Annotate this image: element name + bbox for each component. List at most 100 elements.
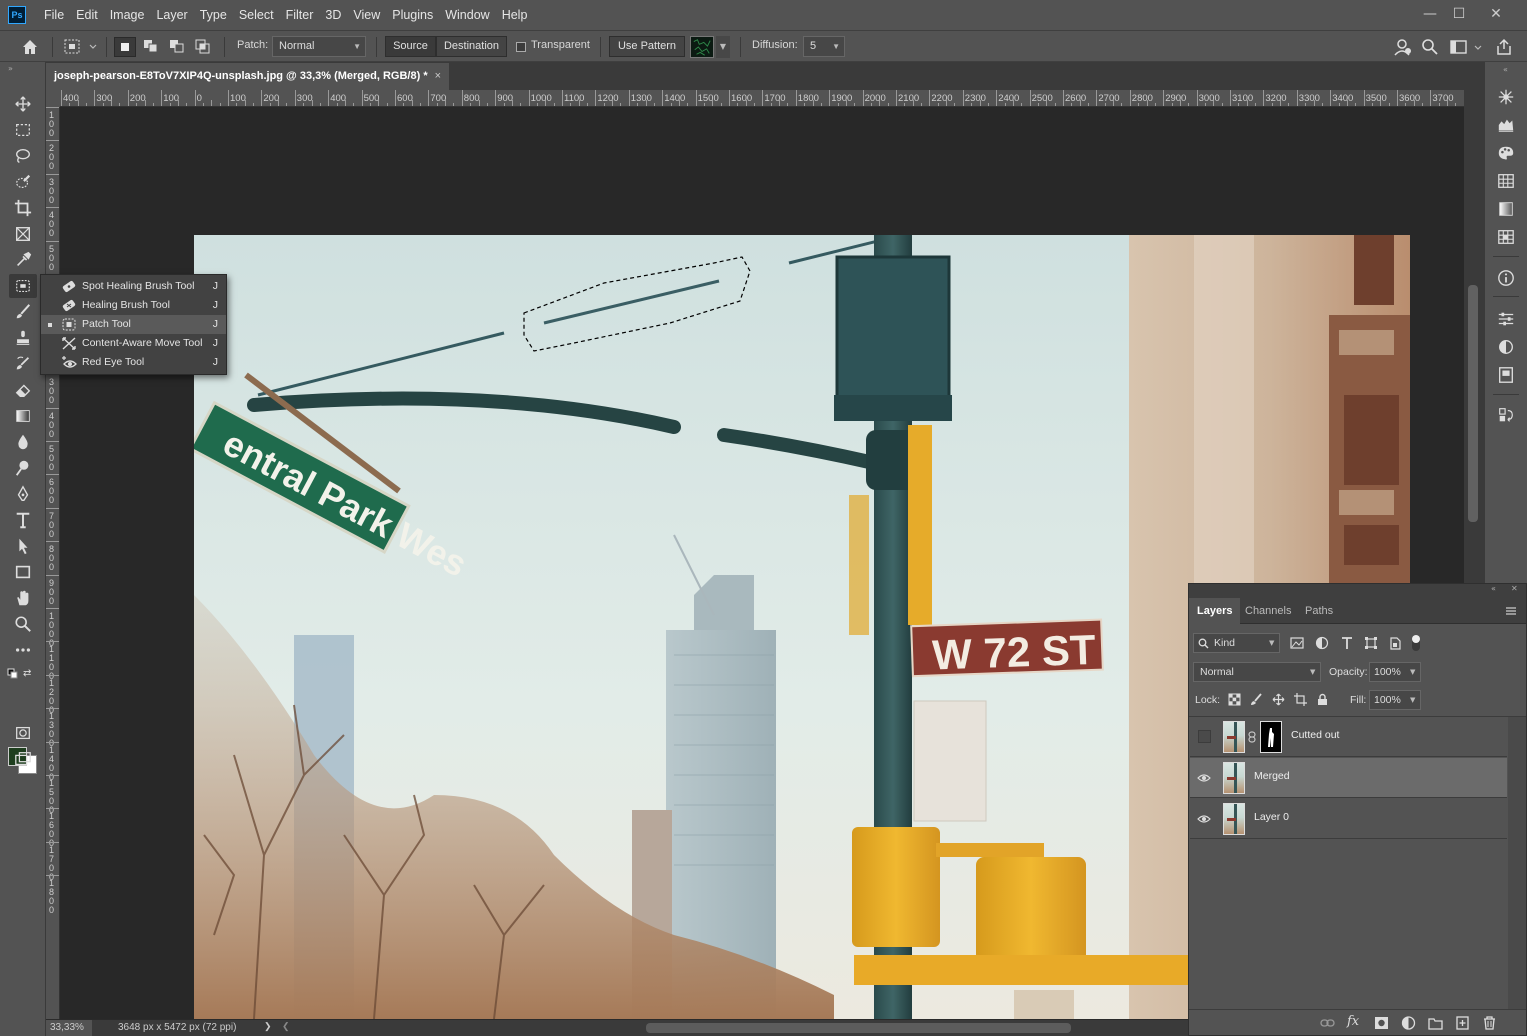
add-to-selection-icon[interactable]	[141, 37, 163, 57]
zoom-level[interactable]: 33,33%	[46, 1020, 92, 1036]
flyout-item-patch[interactable]: Patch Tool J	[41, 315, 226, 334]
layer-filter-select[interactable]: Kind ▼	[1193, 633, 1280, 653]
opacity-input[interactable]: 100% ▼	[1369, 662, 1421, 682]
new-selection-icon[interactable]	[114, 37, 136, 57]
filter-adjustment-layer-icon[interactable]	[1315, 636, 1329, 653]
menu-view[interactable]: View	[347, 0, 386, 30]
vertical-scrollbar-thumb[interactable]	[1468, 285, 1478, 522]
eye-icon[interactable]	[1197, 772, 1211, 784]
patch-mode-select[interactable]: Normal ▼	[272, 36, 366, 57]
menu-type[interactable]: Type	[194, 0, 233, 30]
menu-layer[interactable]: Layer	[150, 0, 193, 30]
search-icon[interactable]	[1420, 37, 1442, 57]
pattern-swatch-icon[interactable]	[690, 36, 714, 58]
flyout-item-red-eye[interactable]: Red Eye Tool J	[41, 353, 226, 372]
intersect-selection-icon[interactable]	[193, 37, 215, 57]
minimize-button[interactable]: —	[1416, 4, 1444, 24]
filter-shape-layer-icon[interactable]	[1364, 636, 1378, 653]
source-button[interactable]: Source	[385, 36, 436, 57]
filter-type-layer-icon[interactable]	[1340, 636, 1354, 653]
lock-transparent-pixels-icon[interactable]	[1228, 693, 1241, 709]
patch-preset-icon[interactable]	[62, 38, 98, 56]
gradients-icon[interactable]	[1495, 198, 1517, 220]
info-icon[interactable]	[1495, 267, 1517, 289]
flyout-item-content-aware-move[interactable]: Content-Aware Move Tool J	[41, 334, 226, 353]
menu-plugins[interactable]: Plugins	[386, 0, 439, 30]
more-tools-icon[interactable]	[9, 638, 37, 662]
share-icon[interactable]	[1494, 37, 1516, 57]
pattern-chevron-icon[interactable]: ▼	[716, 36, 730, 58]
link-icon[interactable]	[1248, 731, 1256, 746]
histogram-icon[interactable]	[1495, 114, 1517, 136]
workspace-icon[interactable]	[1448, 37, 1484, 57]
zoom-tool-icon[interactable]	[9, 612, 37, 636]
adjustments-icon[interactable]	[1495, 336, 1517, 358]
tab-paths[interactable]: Paths	[1297, 598, 1341, 624]
menu-select[interactable]: Select	[233, 0, 280, 30]
swap-colors-icon[interactable]: ⇄	[23, 668, 37, 680]
frame-tool-icon[interactable]	[9, 222, 37, 246]
hand-tool-icon[interactable]	[9, 586, 37, 610]
panel-menu-icon[interactable]	[1505, 605, 1517, 617]
menu-image[interactable]: Image	[104, 0, 151, 30]
eye-icon[interactable]	[1197, 813, 1211, 825]
history-icon[interactable]	[1495, 404, 1517, 426]
path-selection-tool-icon[interactable]	[9, 534, 37, 558]
menu-window[interactable]: Window	[439, 0, 495, 30]
maximize-button[interactable]: ☐	[1445, 4, 1473, 24]
eyedropper-tool-icon[interactable]	[9, 248, 37, 272]
home-icon[interactable]	[20, 37, 42, 57]
navigator-icon[interactable]	[1495, 86, 1517, 108]
document-tab[interactable]: joseph-pearson-E8ToV7XIP4Q-unsplash.jpg …	[46, 63, 449, 90]
patterns-icon[interactable]	[1495, 226, 1517, 248]
horizontal-ruler[interactable]: 400 300 200 100 0 100 200 300 400 500 600 700 800 900…	[60, 90, 1464, 107]
history-brush-tool-icon[interactable]	[9, 352, 37, 376]
properties-icon[interactable]	[1495, 308, 1517, 330]
lasso-tool-icon[interactable]	[9, 144, 37, 168]
layer-row-merged[interactable]: Merged	[1190, 758, 1507, 798]
collapse-toolbar-icon[interactable]: »	[8, 64, 20, 73]
menu-filter[interactable]: Filter	[280, 0, 320, 30]
lock-artboard-icon[interactable]	[1294, 693, 1307, 709]
use-pattern-button[interactable]: Use Pattern	[609, 36, 685, 57]
crop-tool-icon[interactable]	[9, 196, 37, 220]
gradient-tool-icon[interactable]	[9, 404, 37, 428]
libraries-icon[interactable]	[1495, 364, 1517, 386]
color-palette-icon[interactable]	[1495, 142, 1517, 164]
close-tab-icon[interactable]: ×	[435, 63, 441, 90]
subtract-from-selection-icon[interactable]	[167, 37, 189, 57]
lock-position-icon[interactable]	[1272, 693, 1285, 709]
diffusion-select[interactable]: 5 ▼	[803, 36, 845, 57]
filter-pixel-layer-icon[interactable]	[1290, 636, 1304, 653]
menu-3d[interactable]: 3D	[319, 0, 347, 30]
flyout-item-healing-brush[interactable]: Healing Brush Tool J	[41, 296, 226, 315]
menu-file[interactable]: File	[38, 0, 70, 30]
dodge-tool-icon[interactable]	[9, 456, 37, 480]
clone-stamp-tool-icon[interactable]	[9, 326, 37, 350]
layer-effects-icon[interactable]: fx	[1347, 1014, 1359, 1029]
add-mask-icon[interactable]	[1374, 1016, 1389, 1033]
filter-smart-object-icon[interactable]	[1388, 636, 1402, 653]
layer-row-layer-0[interactable]: Layer 0	[1190, 799, 1507, 839]
lock-all-icon[interactable]	[1316, 693, 1329, 709]
close-panel-icon[interactable]: ✕	[1511, 584, 1518, 593]
new-layer-icon[interactable]	[1455, 1016, 1470, 1033]
layer-visibility-toggle-off[interactable]	[1198, 730, 1211, 743]
collapse-dock-icon[interactable]: «	[1503, 65, 1508, 74]
default-colors-icon[interactable]	[7, 668, 19, 680]
new-adjustment-layer-icon[interactable]	[1401, 1016, 1416, 1033]
delete-layer-icon[interactable]	[1482, 1016, 1497, 1033]
layers-scrollbar[interactable]	[1508, 717, 1526, 1009]
tab-channels[interactable]: Channels	[1237, 598, 1299, 624]
rectangle-tool-icon[interactable]	[9, 560, 37, 584]
screen-mode-icon[interactable]	[9, 747, 37, 771]
move-tool-icon[interactable]	[9, 92, 37, 116]
share-user-icon[interactable]	[1393, 37, 1415, 57]
close-window-button[interactable]: ✕	[1482, 4, 1510, 24]
link-layers-icon[interactable]	[1320, 1016, 1335, 1033]
blend-mode-select[interactable]: Normal ▼	[1193, 662, 1321, 682]
new-group-icon[interactable]	[1428, 1016, 1443, 1033]
lock-image-pixels-icon[interactable]	[1250, 693, 1263, 709]
rectangular-marquee-tool-icon[interactable]	[9, 118, 37, 142]
filter-toggle-switch[interactable]	[1411, 633, 1421, 653]
